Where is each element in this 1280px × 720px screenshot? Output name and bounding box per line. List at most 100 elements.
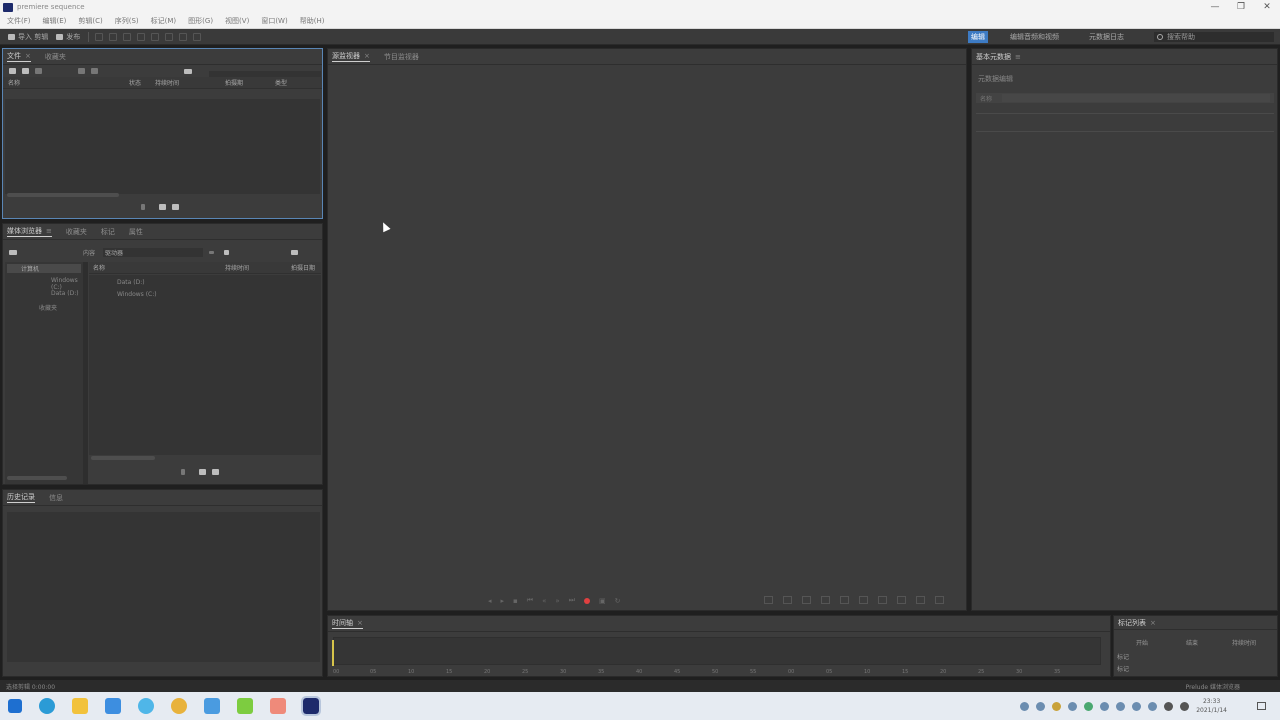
- chrome-icon[interactable]: [171, 698, 187, 714]
- splitter[interactable]: [83, 262, 88, 484]
- list-item[interactable]: Windows (C:): [117, 291, 157, 298]
- tab-info[interactable]: 信息: [49, 493, 63, 503]
- tray-icon[interactable]: [1132, 701, 1142, 711]
- tray-icon[interactable]: [1068, 701, 1078, 711]
- record-icon[interactable]: [584, 597, 590, 604]
- marker-row-label[interactable]: 标记: [1117, 664, 1129, 673]
- tab-history[interactable]: 历史记录: [7, 492, 35, 503]
- monitor-tool-icon[interactable]: [859, 596, 868, 604]
- tab-files[interactable]: 文件 ×: [7, 51, 31, 62]
- volume-icon[interactable]: [1180, 701, 1190, 711]
- trash-icon[interactable]: [172, 204, 179, 210]
- menu-marker[interactable]: 标记(M): [151, 16, 177, 26]
- list-item[interactable]: Data (D:): [117, 279, 145, 286]
- menu-graphics[interactable]: 图形(G): [188, 16, 213, 26]
- fast-forward-icon[interactable]: »: [555, 597, 559, 605]
- help-search-input[interactable]: 搜索帮助: [1154, 32, 1274, 42]
- app-icon[interactable]: [204, 698, 220, 714]
- new-item-icon[interactable]: [199, 469, 206, 475]
- tab-timeline[interactable]: 时间轴 ×: [332, 618, 363, 629]
- close-icon[interactable]: ×: [357, 619, 363, 627]
- tab-favorites[interactable]: 收藏夹: [45, 52, 66, 62]
- folder-icon[interactable]: [105, 698, 121, 714]
- tree-item-windows[interactable]: Windows (C:): [7, 277, 83, 291]
- clock[interactable]: 23:33 2021/1/14: [1196, 697, 1227, 715]
- clip-icon[interactable]: [22, 68, 29, 74]
- app-icon[interactable]: [237, 698, 253, 714]
- tree-item-favorites[interactable]: 收藏夹: [7, 303, 57, 312]
- monitor-tool-icon[interactable]: [840, 596, 849, 604]
- tree-item-data[interactable]: Data (D:): [7, 290, 79, 297]
- close-button[interactable]: ✕: [1254, 0, 1280, 14]
- tab-basic-metadata[interactable]: 基本元数据 ≡: [976, 52, 1021, 62]
- tab-markers[interactable]: 标记: [101, 227, 115, 237]
- column-duration[interactable]: 持续时间: [155, 78, 179, 87]
- close-icon[interactable]: ×: [25, 52, 31, 60]
- maximize-button[interactable]: ❐: [1228, 0, 1254, 14]
- monitor-tool-icon[interactable]: [802, 596, 811, 604]
- tab-source-monitor[interactable]: 源监视器 ×: [332, 51, 370, 62]
- menu-edit[interactable]: 编辑(E): [43, 16, 67, 26]
- tool-icon[interactable]: [123, 32, 132, 41]
- step-back-icon[interactable]: ⏮: [527, 596, 533, 605]
- file-explorer-icon[interactable]: [72, 698, 88, 714]
- browser-icon[interactable]: [138, 698, 154, 714]
- tab-media-browser[interactable]: 媒体浏览器 ≡: [7, 226, 52, 237]
- tab-favorites[interactable]: 收藏夹: [66, 227, 87, 237]
- add-icon[interactable]: [141, 204, 145, 210]
- trash-icon[interactable]: [212, 469, 219, 475]
- step-forward-icon[interactable]: ⏭: [569, 596, 575, 605]
- stop-icon[interactable]: ▪: [513, 597, 518, 605]
- tree-item-computer[interactable]: 计算机: [7, 264, 81, 273]
- column-type[interactable]: 类型: [275, 78, 287, 87]
- tray-icon[interactable]: [1052, 701, 1062, 711]
- column-shot-date[interactable]: 拍摄期: [225, 78, 243, 87]
- tree-scrollbar[interactable]: [7, 476, 67, 480]
- add-icon[interactable]: [181, 469, 185, 475]
- menu-icon[interactable]: ≡: [46, 227, 52, 235]
- tray-icon[interactable]: [1100, 701, 1110, 711]
- notification-icon[interactable]: [1257, 702, 1266, 710]
- tray-icon[interactable]: [1148, 701, 1158, 711]
- monitor-tool-icon[interactable]: [935, 596, 944, 604]
- monitor-tool-icon[interactable]: [916, 596, 925, 604]
- column-name[interactable]: 名称: [8, 78, 20, 87]
- monitor-tool-icon[interactable]: [764, 596, 773, 604]
- filter-icon[interactable]: [184, 68, 192, 74]
- close-icon[interactable]: ×: [364, 52, 370, 60]
- play-icon[interactable]: ▸: [501, 597, 505, 605]
- monitor-tool-icon[interactable]: [783, 596, 792, 604]
- column-status[interactable]: 状态: [129, 78, 141, 87]
- tab-marker-list[interactable]: 标记列表 ×: [1118, 618, 1156, 628]
- tool-icon[interactable]: [179, 32, 188, 41]
- prelude-app-icon[interactable]: [301, 696, 321, 716]
- loop-icon[interactable]: ↻: [615, 597, 621, 605]
- windows-start-icon[interactable]: [8, 699, 22, 713]
- menu-sequence[interactable]: 序列(S): [115, 16, 139, 26]
- edge-browser-icon[interactable]: [39, 698, 55, 714]
- workspace-metadata[interactable]: 元数据日志: [1089, 32, 1124, 42]
- camera-icon[interactable]: ▣: [599, 597, 606, 605]
- monitor-tool-icon[interactable]: [878, 596, 887, 604]
- column-shot-date[interactable]: 拍摄日期: [291, 263, 315, 272]
- app-icon[interactable]: [270, 698, 286, 714]
- metadata-name-field[interactable]: [1002, 94, 1270, 102]
- workspace-audio-video[interactable]: 编辑音频和视频: [1010, 32, 1059, 42]
- location-dropdown[interactable]: 驱动器: [103, 247, 204, 257]
- rewind-icon[interactable]: «: [542, 597, 546, 605]
- tray-icon[interactable]: [1084, 701, 1094, 711]
- monitor-tool-icon[interactable]: [821, 596, 830, 604]
- tray-icon[interactable]: [1020, 701, 1030, 711]
- project-list[interactable]: [5, 99, 320, 194]
- tool-icon[interactable]: [137, 32, 146, 41]
- media-scrollbar[interactable]: [91, 456, 155, 460]
- tab-program-monitor[interactable]: 节目监视器: [384, 52, 419, 62]
- menu-file[interactable]: 文件(F): [7, 16, 31, 26]
- menu-view[interactable]: 视图(V): [225, 16, 249, 26]
- tool-icon[interactable]: [151, 32, 160, 41]
- import-button[interactable]: 导入 剪辑: [8, 32, 48, 42]
- tool-icon[interactable]: [193, 32, 202, 41]
- marker-row-label[interactable]: 标记: [1117, 652, 1129, 661]
- tool-icon[interactable]: [109, 32, 118, 41]
- workspace-edit[interactable]: 编辑: [968, 31, 988, 43]
